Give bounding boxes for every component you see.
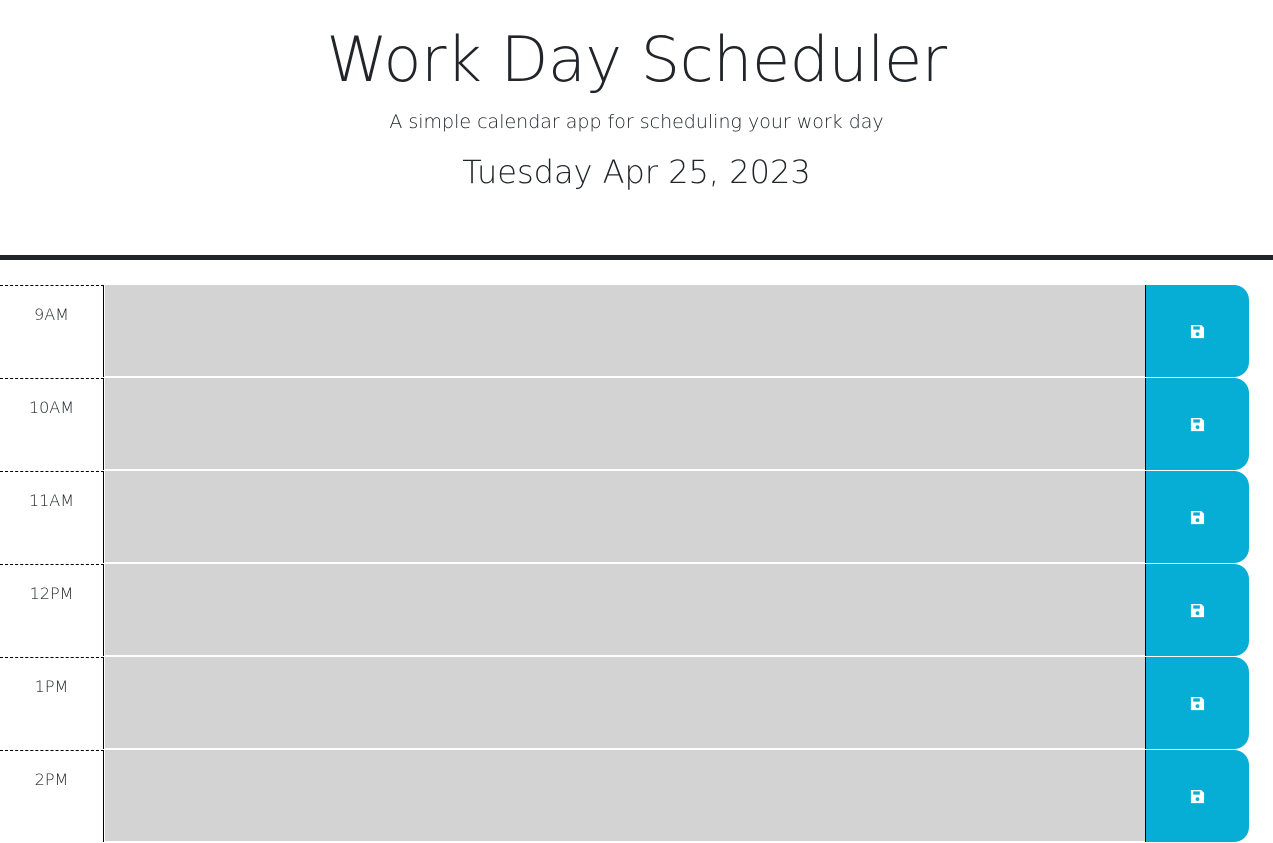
time-block-10am: 10AM [0, 378, 1249, 471]
floppy-disk-icon [1190, 696, 1205, 711]
hour-label: 12PM [0, 564, 104, 656]
event-description-input[interactable] [105, 471, 1145, 563]
event-description-input[interactable] [105, 378, 1145, 470]
time-block-11am: 11AM [0, 471, 1249, 564]
event-description-input[interactable] [105, 564, 1145, 656]
save-button[interactable] [1145, 750, 1249, 842]
header-divider [0, 255, 1273, 260]
hour-label: 9AM [0, 285, 104, 377]
floppy-disk-icon [1190, 789, 1205, 804]
hour-label: 1PM [0, 657, 104, 749]
save-button[interactable] [1145, 564, 1249, 656]
time-block-1pm: 1PM [0, 657, 1249, 750]
time-block-9am: 9AM [0, 285, 1249, 378]
floppy-disk-icon [1190, 603, 1205, 618]
schedule-container: 9AM 10AM 11AM 12PM 1PM 2PM [0, 285, 1249, 843]
floppy-disk-icon [1190, 510, 1205, 525]
hour-label: 11AM [0, 471, 104, 563]
page-title: Work Day Scheduler [326, 23, 947, 96]
time-block-2pm: 2PM [0, 750, 1249, 843]
save-button[interactable] [1145, 378, 1249, 470]
page-header: Work Day Scheduler A simple calendar app… [0, 0, 1273, 255]
event-description-input[interactable] [105, 285, 1145, 377]
current-day: Tuesday Apr 25, 2023 [462, 153, 811, 191]
event-description-input[interactable] [105, 657, 1145, 749]
hour-label: 2PM [0, 750, 104, 842]
save-button[interactable] [1145, 657, 1249, 749]
page-subtitle: A simple calendar app for scheduling you… [389, 111, 884, 133]
event-description-input[interactable] [105, 750, 1145, 842]
save-button[interactable] [1145, 285, 1249, 377]
hour-label: 10AM [0, 378, 104, 470]
floppy-disk-icon [1190, 417, 1205, 432]
time-block-12pm: 12PM [0, 564, 1249, 657]
save-button[interactable] [1145, 471, 1249, 563]
floppy-disk-icon [1190, 324, 1205, 339]
